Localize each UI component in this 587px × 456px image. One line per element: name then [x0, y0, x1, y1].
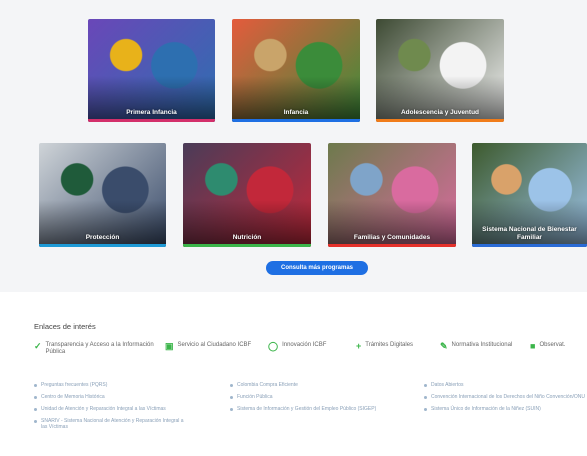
link-transparencia[interactable]: ✓ Transparencia y Acceso a la Informació…: [34, 342, 164, 356]
list-item[interactable]: Preguntas frecuentes (PQRS): [34, 382, 184, 388]
bullet-icon: [424, 395, 427, 399]
link-tramites[interactable]: + Trámites Digitales: [356, 342, 426, 351]
list-item[interactable]: Datos Abiertos: [424, 382, 587, 388]
program-label: Protección: [85, 233, 120, 241]
program-card-nutricion[interactable]: Nutrición: [183, 143, 311, 247]
bullet-icon: [424, 407, 427, 411]
link-label: Normativa Institucional: [451, 342, 513, 348]
program-color-bar: [88, 119, 215, 122]
list-item[interactable]: SNARIV - Sistema Nacional de Atención y …: [34, 418, 184, 430]
pencil-icon: ✎: [440, 341, 448, 351]
lock-icon: ■: [530, 341, 536, 351]
program-color-bar: [328, 244, 456, 247]
program-label: Primera Infancia: [126, 108, 177, 116]
program-card-familias[interactable]: Familias y Comunidades: [328, 143, 456, 247]
bullet-icon: [230, 395, 233, 399]
bullet-icon: [230, 383, 233, 387]
program-label: Nutrición: [232, 233, 262, 241]
link-observatorio[interactable]: ■ Observat.: [530, 342, 587, 351]
link-innovacion[interactable]: ◯ Innovación ICBF: [268, 342, 338, 351]
list-item[interactable]: Centro de Memoria Histórica: [34, 394, 184, 400]
bullet-icon: [34, 395, 37, 399]
list-item[interactable]: Función Pública: [230, 394, 380, 400]
program-color-bar: [183, 244, 311, 247]
program-card-infancia[interactable]: Infancia: [232, 19, 360, 122]
plus-icon: +: [356, 341, 362, 351]
links-column: Colombia Compra Eficiente Función Públic…: [230, 382, 380, 418]
program-color-bar: [232, 119, 360, 122]
program-card-proteccion[interactable]: Protección: [39, 143, 166, 247]
link-servicio-ciudadano[interactable]: ▣ Servicio al Ciudadano ICBF: [165, 342, 255, 351]
more-programs-button[interactable]: Consulta más programas: [266, 261, 368, 275]
bullet-icon: [34, 419, 37, 423]
link-label: Servicio al Ciudadano ICBF: [177, 342, 252, 348]
links-column: Datos Abiertos Convención Internacional …: [424, 382, 587, 418]
list-item[interactable]: Convención Internacional de los Derechos…: [424, 394, 587, 400]
list-item[interactable]: Sistema Único de Información de la Niñez…: [424, 406, 587, 412]
list-item[interactable]: Unidad de Atención y Reparación Integral…: [34, 406, 184, 412]
bullet-icon: [34, 407, 37, 411]
links-section: Enlaces de interés ✓ Transparencia y Acc…: [0, 292, 587, 456]
link-label: Innovación ICBF: [282, 342, 327, 348]
program-label: Familias y Comunidades: [353, 233, 431, 241]
program-color-bar: [39, 244, 166, 247]
links-column: Preguntas frecuentes (PQRS) Centro de Me…: [34, 382, 184, 436]
program-card-primera-infancia[interactable]: Primera Infancia: [88, 19, 215, 122]
bullet-icon: [34, 383, 37, 387]
program-label: Sistema Nacional de Bienestar Familiar: [482, 226, 577, 241]
program-card-adolescencia[interactable]: Adolescencia y Juventud: [376, 19, 504, 122]
bullet-icon: [424, 383, 427, 387]
program-color-bar: [472, 244, 587, 247]
program-label: Infancia: [283, 108, 309, 116]
link-label: Observat.: [539, 342, 566, 348]
program-color-bar: [376, 119, 504, 122]
check-icon: ✓: [34, 341, 42, 351]
circle-icon: ◯: [268, 341, 279, 351]
link-normativa[interactable]: ✎ Normativa Institucional: [440, 342, 520, 351]
program-card-sistema-nacional[interactable]: Sistema Nacional de Bienestar Familiar: [472, 143, 587, 247]
page: Primera Infancia Infancia Adolescencia y…: [0, 0, 587, 456]
bullet-icon: [230, 407, 233, 411]
list-item[interactable]: Colombia Compra Eficiente: [230, 382, 380, 388]
service-icon: ▣: [165, 341, 174, 351]
link-label: Transparencia y Acceso a la Información …: [45, 342, 154, 355]
link-label: Trámites Digitales: [365, 342, 414, 348]
list-item[interactable]: Sistema de Información y Gestión del Emp…: [230, 406, 380, 412]
program-label: Adolescencia y Juventud: [400, 108, 480, 116]
links-title: Enlaces de interés: [34, 322, 96, 331]
